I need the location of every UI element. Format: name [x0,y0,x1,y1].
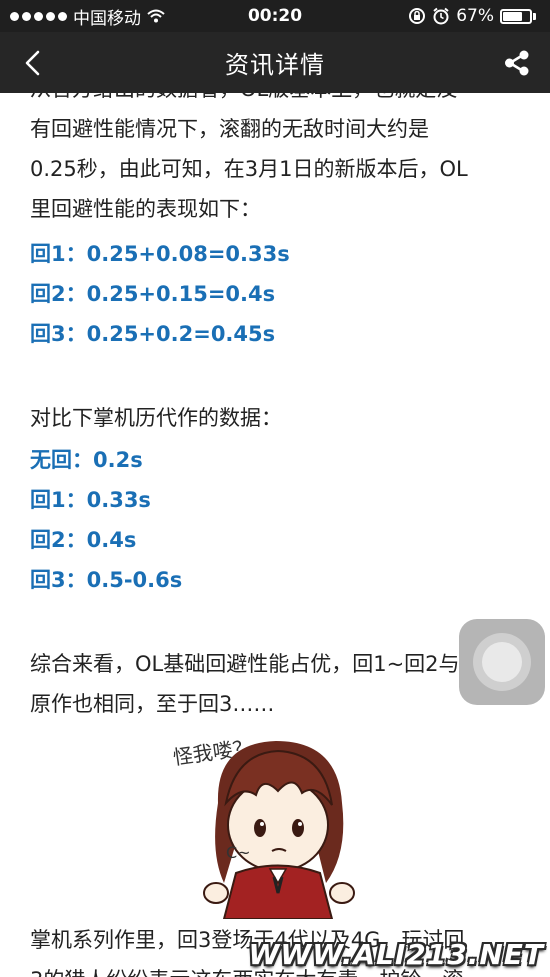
paragraph-1: 有回避性能情况下，滚翻的无敌时间大约是 0.25秒，由此可知，在3月1日的新版本… [30,109,530,229]
handheld-value-item: 回1：0.33s [30,488,151,512]
wifi-icon [147,9,165,23]
nav-bar: 资讯详情 [0,32,550,93]
battery-percent: 67% [456,6,494,26]
back-button[interactable] [14,44,52,82]
status-right: 67% [408,6,536,26]
alarm-icon [433,7,449,25]
svg-text:C~: C~ [226,843,251,862]
status-bar: 中国移动 00:20 67% [0,0,550,32]
battery-icon [500,8,536,24]
ol-values-list: 回1：0.25+0.08=0.33s 回2：0.25+0.15=0.4s 回3：… [30,234,530,354]
share-icon [505,50,529,76]
signal-dots-icon [10,11,67,21]
page-title: 资讯详情 [225,51,325,79]
assistive-touch-button[interactable] [459,619,545,705]
article-body[interactable]: 从官方给出的数据看，OL版基本上，也就是没 有回避性能情况下，滚翻的无敌时间大约… [0,93,550,977]
chevron-left-icon [25,50,40,76]
paragraph-line: 0.25秒，由此可知，在3月1日的新版本后，OL [30,157,468,181]
carrier-label: 中国移动 [73,8,141,29]
status-left: 中国移动 [10,4,165,29]
handheld-value-item: 回2：0.4s [30,528,137,552]
paragraph-line: 里回避性能的表现如下： [30,197,261,221]
paragraph-line: 综合来看，OL基础回避性能占优，回1~回2与 [30,652,460,676]
site-watermark: WWW.ALI213.NET [248,938,544,971]
paragraph-2: 对比下掌机历代作的数据： [30,406,282,430]
handheld-value-item: 回3：0.5-0.6s [30,568,183,592]
share-button[interactable] [498,44,536,82]
paragraph-line: 原作也相同，至于回3…… [30,692,275,716]
paragraph-3: 综合来看，OL基础回避性能占优，回1~回2与 原作也相同，至于回3…… [30,644,530,724]
handheld-value-item: 无回：0.2s [30,448,143,472]
cartoon-character-image[interactable]: 怪我喽？ C~ [166,733,382,919]
cut-off-text-line: 从官方给出的数据看，OL版基本上，也就是没 [30,93,530,109]
ol-value-item: 回3：0.25+0.2=0.45s [30,322,276,346]
ol-value-item: 回1：0.25+0.08=0.33s [30,242,290,266]
rotation-lock-icon [409,8,426,24]
assistive-touch-icon [473,633,531,691]
handheld-values-list: 无回：0.2s 回1：0.33s 回2：0.4s 回3：0.5-0.6s [30,440,530,600]
ol-value-item: 回2：0.25+0.15=0.4s [30,282,276,306]
paragraph-line: 有回避性能情况下，滚翻的无敌时间大约是 [30,117,429,141]
